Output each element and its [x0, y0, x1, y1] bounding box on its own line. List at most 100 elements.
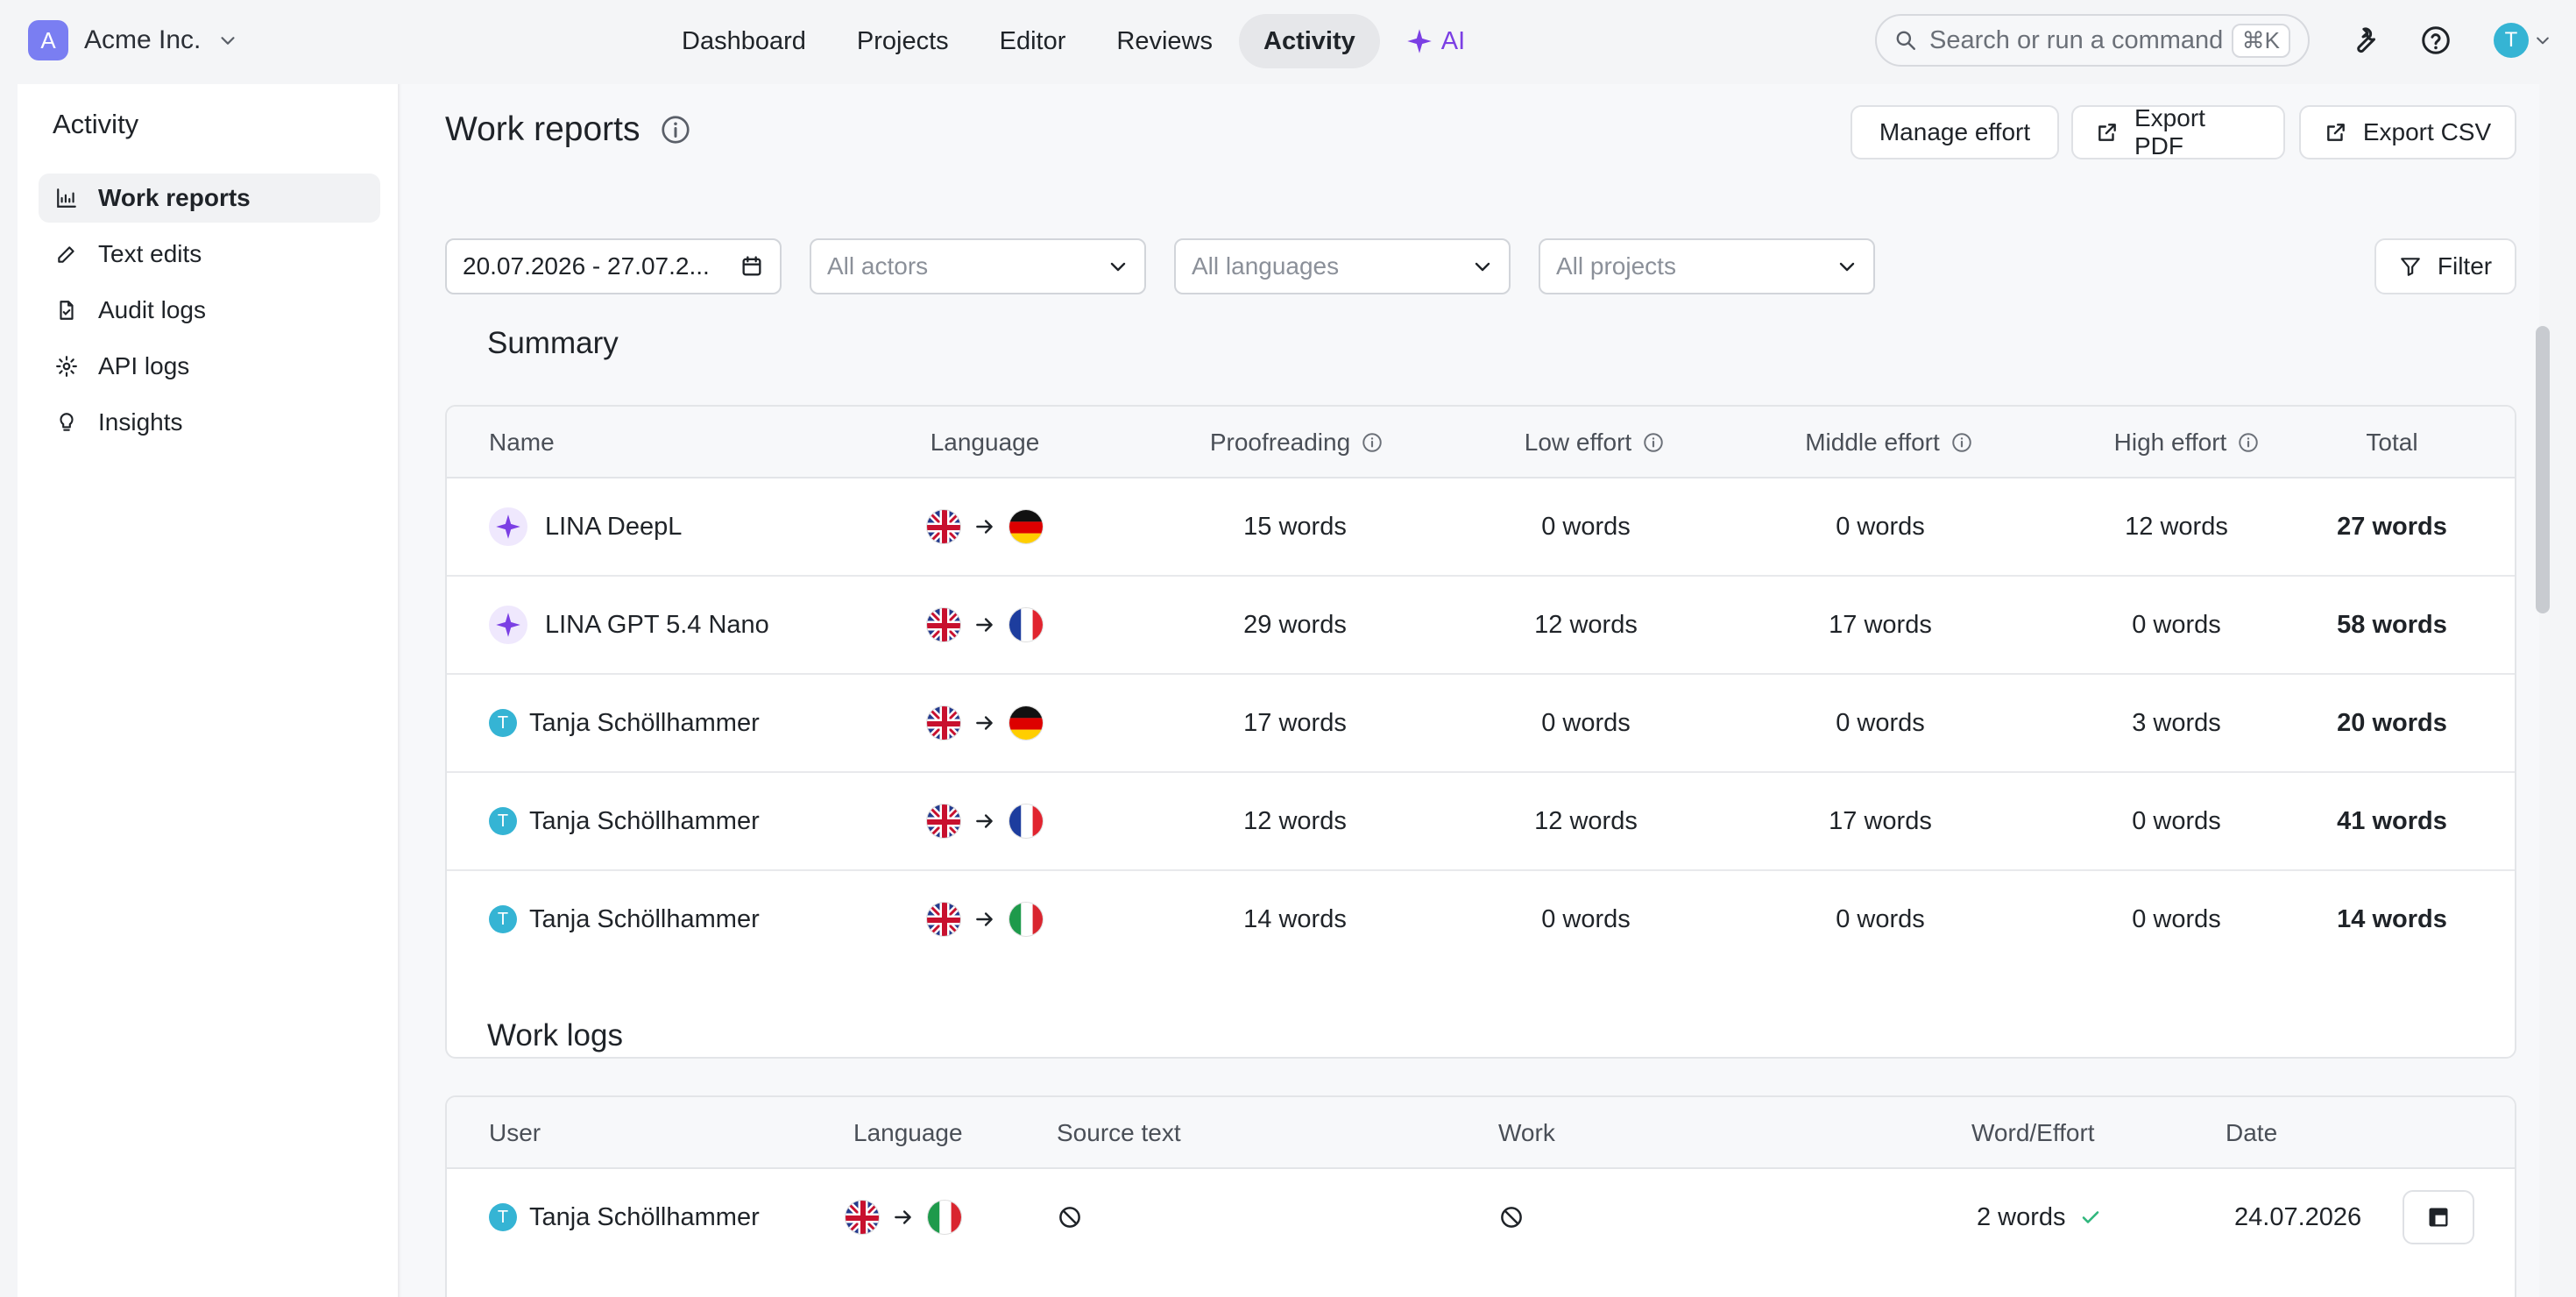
chevron-down-icon — [1836, 256, 1858, 277]
col-work: Work — [1498, 1119, 1555, 1146]
info-icon — [1952, 433, 1971, 452]
language-pair — [926, 902, 1044, 937]
org-switcher[interactable]: A Acme Inc. — [28, 20, 237, 60]
high-effort-cell: 0 words — [2132, 610, 2221, 639]
info-icon — [1644, 433, 1663, 452]
empty-icon — [1498, 1204, 1525, 1230]
col-low-effort-label: Low effort — [1524, 429, 1632, 456]
calendar-icon — [740, 254, 764, 279]
api-gear-icon — [54, 354, 79, 379]
languages-placeholder: All languages — [1192, 252, 1340, 280]
org-avatar: A — [28, 20, 68, 60]
table-row[interactable]: T Tanja Schöllhammer 2 words 24.07.2026 — [447, 1169, 2515, 1267]
nav-reviews[interactable]: Reviews — [1092, 14, 1237, 68]
user-avatar[interactable]: T — [2494, 23, 2529, 58]
export-csv-label: Export CSV — [2362, 118, 2492, 145]
actors-select[interactable]: All actors — [810, 238, 1146, 294]
wrench-icon[interactable] — [2346, 23, 2381, 58]
nav-activity[interactable]: Activity — [1239, 14, 1380, 68]
actor-name: Tanja Schöllhammer — [529, 806, 760, 835]
external-link-icon — [2325, 121, 2363, 144]
org-name: Acme Inc. — [84, 25, 202, 54]
top-bar: A Acme Inc. Dashboard Projects Editor Re… — [0, 0, 2576, 81]
export-csv-button[interactable]: Export CSV — [2299, 105, 2516, 159]
table-row[interactable]: T Tanja Schöllhammer 14 words 0 words 0 w… — [447, 871, 2515, 969]
language-pair — [926, 607, 1044, 642]
table-row[interactable]: T Tanja Schöllhammer 12 words 12 words 17… — [447, 773, 2515, 871]
info-icon[interactable] — [660, 114, 691, 145]
flag-icon — [926, 804, 961, 839]
nav-projects[interactable]: Projects — [832, 14, 973, 68]
user-avatar: T — [489, 709, 517, 737]
panel-icon — [2426, 1205, 2451, 1230]
language-cell — [871, 675, 1099, 771]
chevron-down-icon[interactable] — [2534, 32, 2551, 49]
empty-icon — [1057, 1204, 1083, 1230]
sidebar-item-audit-logs[interactable]: Audit logs — [39, 286, 380, 335]
nav-editor[interactable]: Editor — [975, 14, 1091, 68]
chevron-down-icon — [218, 31, 237, 50]
name-cell: T Tanja Schöllhammer — [489, 773, 760, 869]
sidebar-item-label: Text edits — [98, 240, 202, 267]
user-name: Tanja Schöllhammer — [529, 1202, 760, 1231]
language-cell — [871, 478, 1099, 575]
source-text-cell — [1057, 1169, 1083, 1265]
worklogs-title: Work logs — [487, 1018, 623, 1052]
languages-select[interactable]: All languages — [1174, 238, 1511, 294]
worklogs-table-header: User Language Source text Work Word/Effo… — [447, 1097, 2515, 1169]
name-cell: LINA GPT 5.4 Nano — [489, 577, 769, 673]
language-cell — [871, 577, 1099, 673]
ai-agent-icon — [489, 606, 527, 644]
details-button[interactable] — [2403, 1190, 2474, 1244]
filter-icon — [2399, 255, 2438, 278]
flag-icon — [1008, 902, 1044, 937]
sidebar-title: Activity — [53, 109, 139, 139]
main-content: Work reports Manage effort Export PDF Ex… — [401, 84, 2550, 1297]
projects-select[interactable]: All projects — [1539, 238, 1875, 294]
arrow-right-icon — [973, 810, 996, 833]
filter-label: Filter — [2437, 252, 2493, 280]
search-icon — [1894, 29, 1917, 52]
help-icon[interactable] — [2418, 23, 2453, 58]
flag-icon — [1008, 804, 1044, 839]
info-icon — [1362, 433, 1382, 452]
sidebar-item-api-logs[interactable]: API logs — [39, 342, 380, 391]
arrow-right-icon — [973, 712, 996, 734]
user-cell: T Tanja Schöllhammer — [489, 1169, 760, 1265]
main-nav: Dashboard Projects Editor Reviews Activi… — [657, 14, 1491, 68]
pencil-icon — [54, 242, 79, 266]
nav-ai-label: AI — [1440, 26, 1466, 55]
date-range-value: 20.07.2026 - 27.07.2... — [463, 252, 710, 280]
search-input[interactable]: Search or run a command ⌘K — [1875, 14, 2310, 67]
col-source-text: Source text — [1057, 1119, 1181, 1146]
worklog-rows: T Tanja Schöllhammer 2 words 24.07.2026 — [447, 1169, 2515, 1267]
language-pair — [926, 705, 1044, 741]
col-name: Name — [489, 429, 555, 456]
sidebar-item-text-edits[interactable]: Text edits — [39, 230, 380, 279]
sidebar-item-work-reports[interactable]: Work reports — [39, 174, 380, 223]
export-pdf-button[interactable]: Export PDF — [2071, 104, 2285, 159]
name-cell: LINA DeepL — [489, 478, 682, 575]
table-row[interactable]: LINA DeepL 15 words 0 words 0 words 12 w… — [447, 478, 2515, 577]
name-cell: T Tanja Schöllhammer — [489, 675, 760, 771]
summary-table-header: Name Language Proofreading Low effort Mi… — [447, 407, 2515, 478]
nav-dashboard[interactable]: Dashboard — [657, 14, 831, 68]
user-avatar: T — [489, 807, 517, 835]
col-language: Language — [930, 429, 1040, 456]
scrollbar[interactable] — [2536, 326, 2550, 613]
col-date: Date — [2226, 1119, 2278, 1146]
language-pair — [845, 1200, 962, 1235]
nav-ai[interactable]: AI — [1382, 14, 1490, 68]
total-cell: 41 words — [2337, 806, 2447, 835]
flag-icon — [845, 1200, 880, 1235]
table-row[interactable]: T Tanja Schöllhammer 17 words 0 words 0 w… — [447, 675, 2515, 773]
filter-button[interactable]: Filter — [2374, 238, 2516, 294]
manage-effort-button[interactable]: Manage effort — [1851, 105, 2059, 159]
word-effort-value: 2 words — [1977, 1202, 2066, 1231]
sidebar-item-insights[interactable]: Insights — [39, 398, 380, 447]
arrow-right-icon — [973, 613, 996, 636]
table-row[interactable]: LINA GPT 5.4 Nano 29 words 12 words 17 w… — [447, 577, 2515, 675]
date-range-picker[interactable]: 20.07.2026 - 27.07.2... — [445, 238, 782, 294]
name-cell: T Tanja Schöllhammer — [489, 871, 760, 967]
export-pdf-label: Export PDF — [2134, 104, 2205, 159]
